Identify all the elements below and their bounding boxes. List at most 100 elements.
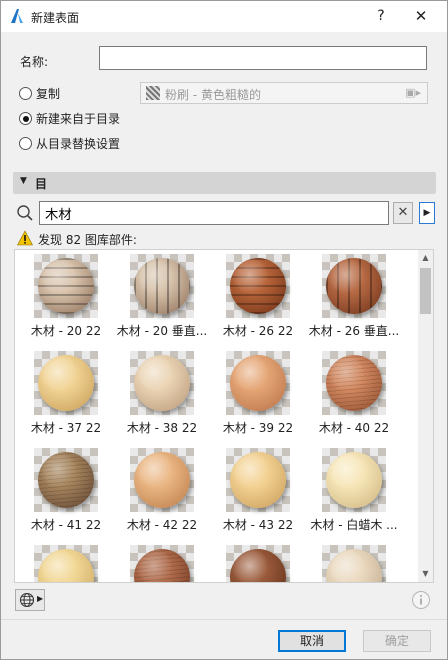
catalog-item[interactable] (210, 543, 306, 582)
catalog-item-label: 木材 - 40 22 (318, 421, 390, 435)
material-thumbnail (322, 448, 386, 512)
catalog-item[interactable]: 木材 - 26 垂直... (306, 252, 402, 340)
vertical-scrollbar[interactable]: ▲ ▼ (418, 250, 433, 582)
globe-menu-button[interactable]: ▶ (15, 589, 45, 611)
copy-radio-label: 复制 (36, 87, 61, 101)
catalog-item-label: 木材 - 26 22 (222, 324, 294, 338)
catalog-item-label: 木材 - 42 22 (126, 518, 198, 532)
material-thumbnail (322, 545, 386, 582)
catalog-item[interactable] (114, 543, 210, 582)
material-sphere (38, 549, 94, 582)
material-thumbnail (34, 448, 98, 512)
catalog-item-label: 木材 - 39 22 (222, 421, 294, 435)
catalog-item-label: 木材 - 26 垂直... (308, 324, 400, 338)
radio-circle[interactable] (19, 87, 32, 100)
replace-from-catalog-label: 从目录替换设置 (36, 137, 121, 151)
catalog-item-label: 木材 - 37 22 (30, 421, 102, 435)
new-from-catalog-label: 新建来自于目录 (36, 112, 121, 126)
material-sphere (230, 549, 286, 582)
scroll-up-arrow-icon[interactable]: ▲ (418, 250, 433, 266)
material-thumbnail (226, 545, 290, 582)
material-sphere (230, 452, 286, 508)
info-icon[interactable] (411, 590, 431, 610)
catalog-item-label: 木材 - 38 22 (126, 421, 198, 435)
radio-circle[interactable] (19, 137, 32, 150)
image-dropdown-icon: ▣▸ (405, 86, 421, 99)
catalog-item-label: 木材 - 白蜡木 ... (310, 518, 398, 532)
material-thumbnail (322, 254, 386, 318)
catalog-item-label: 木材 - 43 22 (222, 518, 294, 532)
material-sphere (326, 452, 382, 508)
title-bar: 新建表面 ? ✕ (1, 1, 447, 32)
catalog-item-label: 木材 - 20 22 (30, 324, 102, 338)
catalog-item[interactable]: 木材 - 20 垂直... (114, 252, 210, 340)
help-button[interactable]: ? (369, 4, 393, 28)
catalog-item[interactable]: 木材 - 26 22 (210, 252, 306, 340)
material-thumbnail (34, 545, 98, 582)
material-sphere (38, 355, 94, 411)
catalog-item-label: 木材 - 20 垂直... (116, 324, 208, 338)
catalog-section-title: 目 (35, 177, 48, 191)
catalog-item[interactable] (306, 543, 402, 582)
catalog-section-header[interactable]: ▼ 目 (13, 172, 436, 194)
catalog-item-label: 木材 - 41 22 (30, 518, 102, 532)
catalog-item[interactable]: 木材 - 42 22 (114, 446, 210, 534)
new-surface-dialog: 新建表面 ? ✕ 名称: 复制 新建来自于目录 从目录替换设置 粉刷 - 黄色粗… (0, 0, 448, 660)
collapse-triangle-icon[interactable]: ▼ (20, 176, 27, 186)
material-thumbnail (130, 545, 194, 582)
copy-source-select[interactable]: 粉刷 - 黄色粗糙的 ▣▸ (140, 82, 428, 104)
catalog-item[interactable]: 木材 - 白蜡木 ... (306, 446, 402, 534)
material-sphere (326, 355, 382, 411)
window-title: 新建表面 (31, 11, 80, 25)
ok-button[interactable]: 确定 (363, 630, 431, 652)
globe-icon (19, 592, 35, 608)
search-icon (17, 205, 33, 221)
material-thumbnail (226, 351, 290, 415)
material-thumbnail (34, 351, 98, 415)
cancel-button[interactable]: 取消 (278, 630, 346, 652)
radio-circle-selected[interactable] (19, 112, 32, 125)
dialog-footer: 取消 确定 (1, 619, 447, 660)
material-sphere (230, 258, 286, 314)
search-input[interactable] (39, 201, 389, 225)
material-sphere (230, 355, 286, 411)
catalog-item[interactable]: 木材 - 41 22 (18, 446, 114, 534)
warning-icon (17, 230, 33, 246)
globe-menu-arrow-icon: ▶ (37, 594, 44, 603)
scroll-down-arrow-icon[interactable]: ▼ (418, 566, 433, 582)
catalog-item[interactable]: 木材 - 40 22 (306, 349, 402, 437)
material-thumbnail (322, 351, 386, 415)
material-thumbnail (34, 254, 98, 318)
material-sphere (38, 258, 94, 314)
new-from-catalog-radio[interactable]: 新建来自于目录 (19, 110, 169, 128)
material-thumbnail (130, 254, 194, 318)
surface-swatch-icon (146, 86, 160, 100)
found-count-text: 发现 82 图库部件: (38, 233, 137, 247)
catalog-item[interactable]: 木材 - 37 22 (18, 349, 114, 437)
copy-source-value: 粉刷 - 黄色粗糙的 (165, 88, 261, 102)
catalog-item[interactable]: 木材 - 20 22 (18, 252, 114, 340)
material-sphere (134, 258, 190, 314)
surface-catalog-grid: 木材 - 20 22 木材 - 20 垂直... 木材 - 26 22 木材 - 26… (14, 249, 434, 583)
catalog-item[interactable]: 木材 - 39 22 (210, 349, 306, 437)
close-button[interactable]: ✕ (409, 4, 433, 28)
archicad-logo-icon (11, 9, 23, 23)
material-sphere (326, 258, 382, 314)
catalog-item[interactable] (18, 543, 114, 582)
material-sphere (134, 355, 190, 411)
name-input[interactable] (99, 46, 427, 70)
expand-panel-button[interactable]: ▶ (419, 202, 435, 224)
material-sphere (134, 452, 190, 508)
material-sphere (326, 549, 382, 582)
material-thumbnail (130, 448, 194, 512)
material-sphere (134, 549, 190, 582)
material-thumbnail (226, 448, 290, 512)
material-sphere (38, 452, 94, 508)
name-label: 名称: (20, 55, 49, 69)
catalog-item[interactable]: 木材 - 43 22 (210, 446, 306, 534)
material-thumbnail (226, 254, 290, 318)
scroll-thumb[interactable] (420, 268, 431, 314)
clear-search-button[interactable]: ✕ (393, 202, 413, 224)
replace-from-catalog-radio[interactable]: 从目录替换设置 (19, 135, 169, 153)
catalog-item[interactable]: 木材 - 38 22 (114, 349, 210, 437)
